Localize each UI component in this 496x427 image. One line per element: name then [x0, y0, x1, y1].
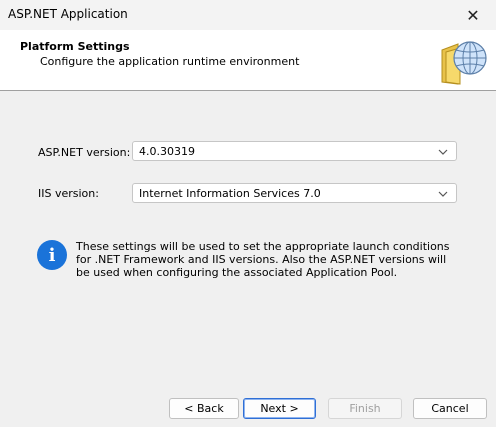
aspnet-version-value: 4.0.30319 [139, 145, 195, 158]
aspnet-version-select[interactable]: 4.0.30319 [132, 141, 457, 161]
iis-version-label: IIS version: [38, 187, 99, 200]
aspnet-version-label: ASP.NET version: [38, 146, 131, 159]
globe-document-icon [441, 41, 487, 85]
finish-button[interactable]: Finish [328, 398, 402, 419]
info-message: These settings will be used to set the a… [76, 240, 450, 279]
next-button[interactable]: Next > [243, 398, 316, 419]
iis-version-select[interactable]: Internet Information Services 7.0 [132, 183, 457, 203]
page-title: Platform Settings [20, 40, 130, 53]
page-subtitle: Configure the application runtime enviro… [40, 55, 300, 68]
close-icon: ✕ [466, 5, 480, 25]
wizard-header: Platform Settings Configure the applicat… [0, 30, 496, 91]
info-icon: i [37, 240, 67, 270]
iis-version-value: Internet Information Services 7.0 [139, 187, 321, 200]
chevron-down-icon [438, 149, 448, 155]
window-title: ASP.NET Application [8, 7, 128, 21]
chevron-down-icon [438, 191, 448, 197]
title-bar: ASP.NET Application ✕ [0, 0, 496, 30]
close-button[interactable]: ✕ [450, 0, 496, 30]
back-button[interactable]: < Back [169, 398, 239, 419]
cancel-button[interactable]: Cancel [413, 398, 487, 419]
